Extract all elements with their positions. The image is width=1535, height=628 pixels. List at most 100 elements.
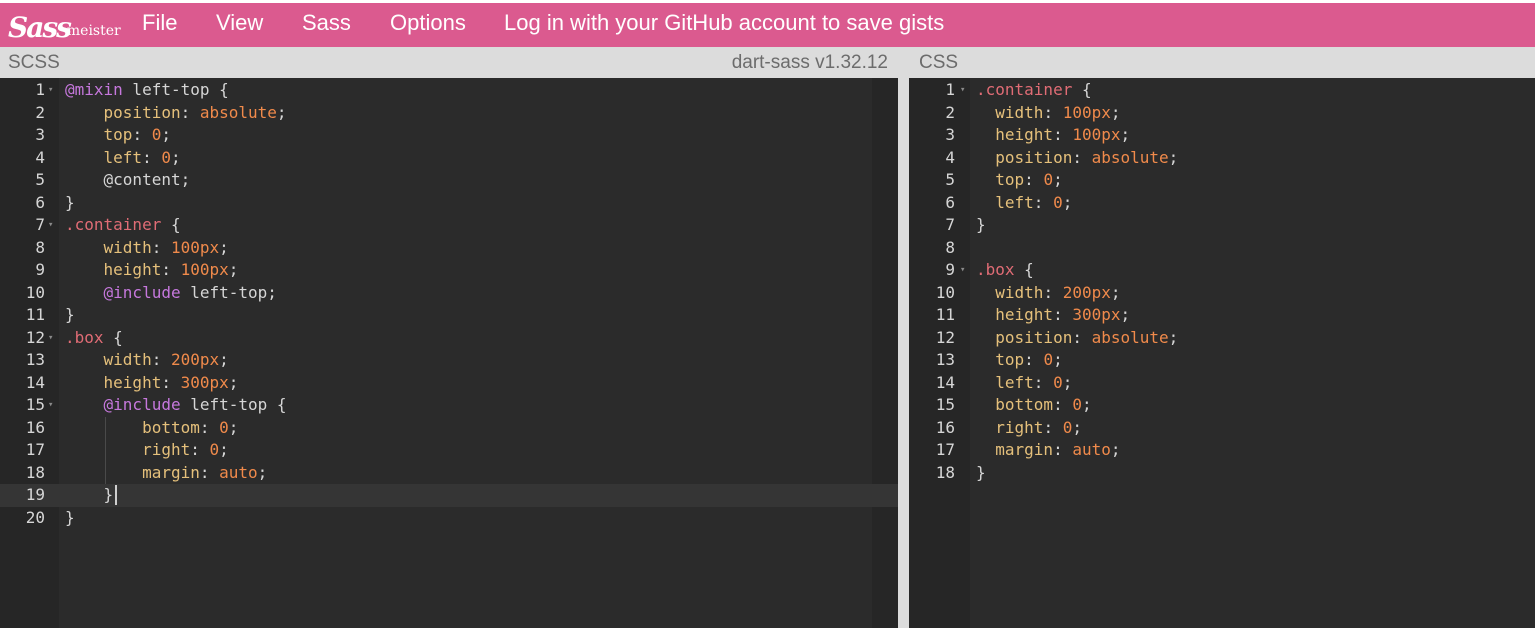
css-pane-title: CSS: [919, 52, 959, 73]
pane-splitter[interactable]: [898, 47, 909, 628]
code-line[interactable]: 7 ▾ .container {: [0, 214, 898, 237]
fold-arrow-icon[interactable]: ▾: [960, 79, 965, 102]
property-token: right: [142, 440, 191, 459]
code-line[interactable]: 6 left: 0;: [909, 192, 1521, 215]
compiler-version-label[interactable]: dart-sass v1.32.12: [732, 47, 888, 78]
css-output-editor[interactable]: 1 ▾ .container {2 width: 100px; 3 height: 1…: [909, 78, 1521, 628]
code-line[interactable]: 10 width: 200px;: [909, 282, 1521, 305]
menu-file[interactable]: File: [142, 9, 177, 37]
code-line[interactable]: 14 height: 300px;: [0, 372, 898, 395]
code-text: }: [976, 215, 986, 234]
code-line[interactable]: 12 position: absolute;: [909, 327, 1521, 350]
code-line[interactable]: 14 left: 0;: [909, 372, 1521, 395]
fold-arrow-icon[interactable]: ▾: [48, 327, 53, 350]
code-text: ;: [1110, 440, 1121, 459]
code-content: bottom: 0;: [65, 417, 238, 440]
code-text: :: [1072, 147, 1092, 167]
fold-arrow-icon[interactable]: ▾: [48, 394, 53, 417]
code-line[interactable]: 3 height: 100px;: [909, 124, 1521, 147]
sassmeister-logo[interactable]: Sass meister: [8, 7, 121, 45]
code-content: left: 0;: [65, 147, 181, 170]
line-number: 7: [35, 215, 45, 234]
code-line[interactable]: 12 ▾ .box {: [0, 327, 898, 350]
value-token: absolute: [199, 102, 277, 122]
code-text: ;: [1062, 372, 1073, 392]
code-line[interactable]: 7}: [909, 214, 1521, 237]
code-line[interactable]: 5 top: 0;: [909, 169, 1521, 192]
code-line[interactable]: 15 ▾ @include left-top {: [0, 394, 898, 417]
menu-sass[interactable]: Sass: [302, 9, 351, 37]
code-text: ;: [1081, 395, 1092, 414]
fold-arrow-icon[interactable]: ▾: [48, 214, 53, 237]
code-text: :: [1043, 102, 1063, 122]
code-line[interactable]: 5 @content;: [0, 169, 898, 192]
code-line[interactable]: 11}: [0, 304, 898, 327]
code-line[interactable]: 18 margin: auto;: [0, 462, 898, 485]
code-line[interactable]: 3 top: 0;: [0, 124, 898, 147]
code-line[interactable]: 11 height: 300px;: [909, 304, 1521, 327]
code-line[interactable]: 9 height: 100px;: [0, 259, 898, 282]
line-number: 1: [35, 80, 45, 99]
code-line[interactable]: 8 width: 100px;: [0, 237, 898, 260]
menu-options[interactable]: Options: [390, 9, 466, 37]
selector-token: .container: [65, 215, 162, 234]
code-line[interactable]: 16 right: 0;: [909, 417, 1521, 440]
line-number: 4: [35, 147, 45, 167]
value-token: auto: [219, 462, 258, 482]
scss-editor[interactable]: 1 ▾ @mixin left-top {2 position: absolute;…: [0, 78, 898, 628]
code-text: }: [65, 192, 75, 212]
value-token: absolute: [1091, 327, 1169, 347]
code-line[interactable]: 2 width: 100px;: [909, 102, 1521, 125]
property-token: left: [995, 192, 1034, 212]
code-content: width: 100px;: [976, 102, 1120, 125]
code-text: ;: [228, 372, 239, 392]
line-number: 5: [945, 170, 955, 189]
code-line[interactable]: 4 left: 0;: [0, 147, 898, 170]
code-line[interactable]: 9 ▾ .box {: [909, 259, 1521, 282]
code-line[interactable]: 13 top: 0;: [909, 349, 1521, 372]
code-content: @content;: [65, 169, 191, 192]
code-text: }: [65, 485, 114, 504]
code-line[interactable]: 17 margin: auto;: [909, 439, 1521, 462]
code-line[interactable]: 8: [909, 237, 1521, 260]
code-line[interactable]: 19 }: [0, 484, 898, 507]
code-line[interactable]: 1 ▾ .container {: [909, 79, 1521, 102]
code-text: ;: [1053, 170, 1063, 189]
code-content: .box {: [976, 259, 1034, 282]
code-content: top: 0;: [976, 349, 1062, 372]
code-content: }: [65, 304, 75, 327]
fold-arrow-icon[interactable]: ▾: [960, 259, 965, 282]
code-line[interactable]: 17 right: 0;: [0, 439, 898, 462]
code-line[interactable]: 15 bottom: 0;: [909, 394, 1521, 417]
css-vertical-scrollbar[interactable]: [1521, 78, 1535, 628]
code-text: {: [1014, 260, 1034, 279]
code-line[interactable]: 16 bottom: 0;: [0, 417, 898, 440]
line-number: 19: [25, 485, 45, 504]
property-token: height: [103, 260, 162, 279]
line-number: 10: [935, 282, 955, 302]
code-content: left: 0;: [976, 192, 1072, 215]
code-line[interactable]: 4 position: absolute;: [909, 147, 1521, 170]
code-line[interactable]: 13 width: 200px;: [0, 349, 898, 372]
logo-word: meister: [66, 23, 121, 39]
line-number: 13: [935, 350, 955, 369]
code-line[interactable]: 6}: [0, 192, 898, 215]
code-line[interactable]: 10 @include left-top;: [0, 282, 898, 305]
code-content: }: [976, 214, 986, 237]
code-text: }: [65, 507, 75, 527]
code-line[interactable]: 1 ▾ @mixin left-top {: [0, 79, 898, 102]
property-token: width: [103, 350, 152, 369]
code-line[interactable]: 2 position: absolute;: [0, 102, 898, 125]
fold-arrow-icon[interactable]: ▾: [48, 79, 53, 102]
line-number: 20: [25, 507, 45, 527]
code-line[interactable]: 20}: [0, 507, 898, 530]
login-github-link[interactable]: Log in with your GitHub account to save …: [504, 9, 944, 37]
line-number: 3: [945, 125, 955, 144]
code-line[interactable]: 18}: [909, 462, 1521, 485]
property-token: top: [103, 125, 133, 144]
menu-view[interactable]: View: [216, 9, 263, 37]
